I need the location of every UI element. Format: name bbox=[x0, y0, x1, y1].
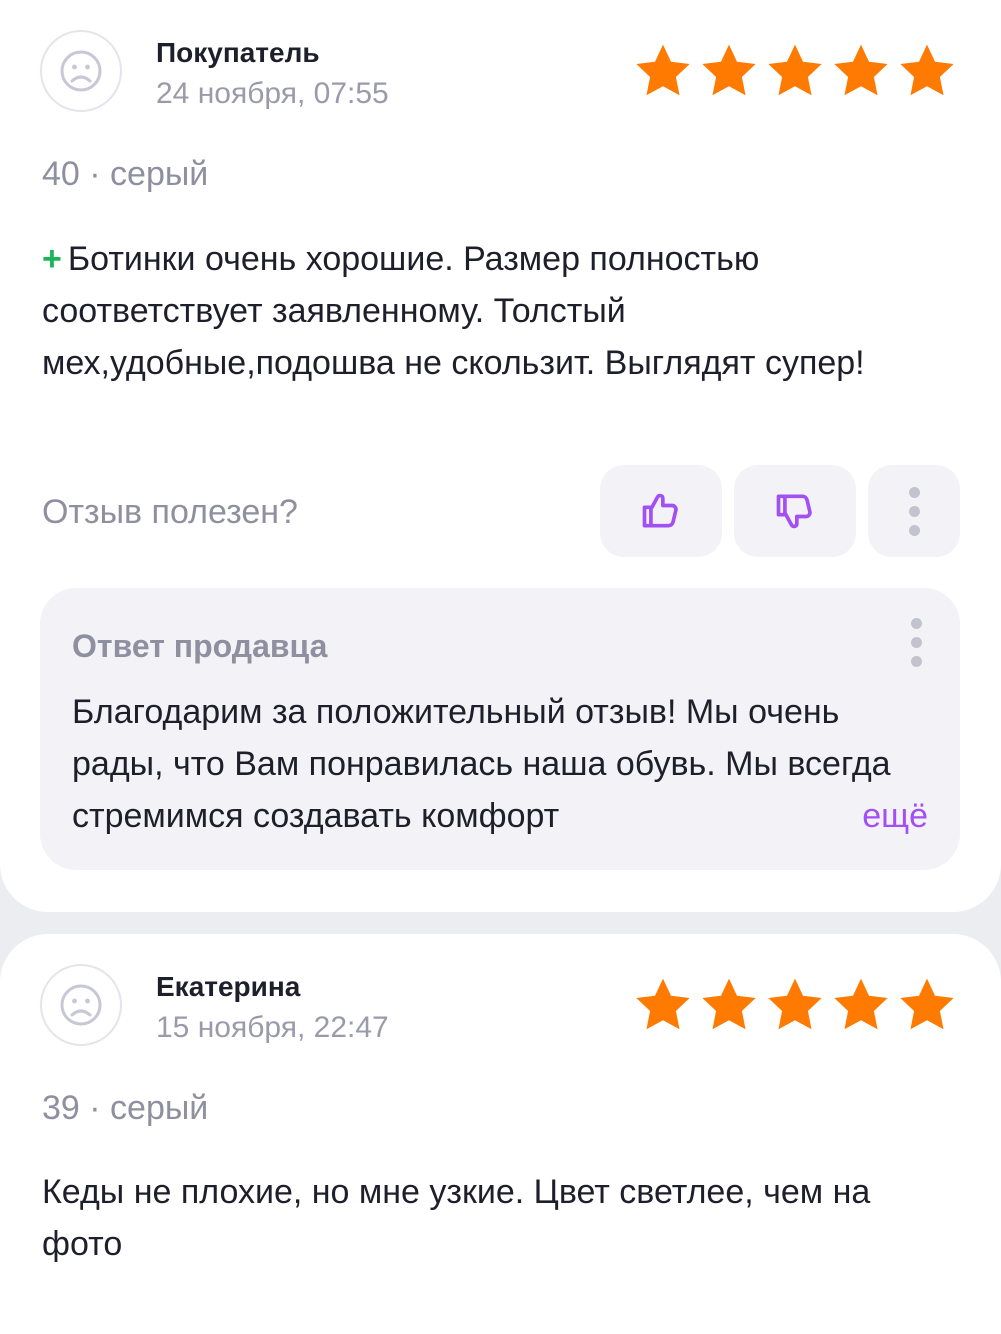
star-icon bbox=[702, 44, 756, 96]
star-icon bbox=[636, 978, 690, 1030]
review-card: Покупатель 24 ноября, 07:55 40 · серый +… bbox=[0, 0, 1001, 912]
plus-sign: + bbox=[42, 240, 62, 278]
avatar bbox=[40, 30, 122, 112]
review-author: Покупатель bbox=[156, 37, 320, 68]
star-icon bbox=[636, 44, 690, 96]
review-text-content: Ботинки очень хорошие. Размер полностью … bbox=[42, 240, 865, 382]
seller-reply-title: Ответ продавца bbox=[72, 628, 328, 664]
thumbs-down-icon bbox=[776, 494, 812, 529]
seller-reply-menu-button[interactable] bbox=[911, 618, 922, 667]
helpful-question: Отзыв полезен? bbox=[42, 493, 298, 531]
rating-stars bbox=[632, 40, 958, 102]
rating-stars bbox=[632, 974, 958, 1036]
review-author: Екатерина bbox=[156, 971, 301, 1002]
seller-reply: Ответ продавца Благодарим за положительн… bbox=[40, 588, 960, 870]
star-icon bbox=[900, 44, 954, 96]
read-more-link[interactable]: ещё bbox=[858, 790, 928, 842]
like-button[interactable] bbox=[600, 465, 722, 557]
review-date: 24 ноября, 07:55 bbox=[156, 77, 389, 110]
star-icon bbox=[834, 978, 888, 1030]
more-vertical-icon bbox=[908, 486, 920, 536]
dislike-button[interactable] bbox=[734, 465, 856, 557]
size-color-info: 40 · серый bbox=[42, 155, 209, 193]
review-card: Екатерина 15 ноября, 22:47 39 · серый Ке… bbox=[0, 934, 1001, 1334]
review-date: 15 ноября, 22:47 bbox=[156, 1011, 389, 1044]
star-icon bbox=[768, 44, 822, 96]
star-icon bbox=[768, 978, 822, 1030]
avatar bbox=[40, 964, 122, 1046]
star-icon bbox=[702, 978, 756, 1030]
review-text: + Ботинки очень хорошие. Размер полностью… bbox=[42, 233, 942, 389]
more-options-button[interactable] bbox=[868, 465, 960, 557]
size-color-info: 39 · серый bbox=[42, 1089, 209, 1127]
more-vertical-icon bbox=[911, 618, 922, 667]
text-fade bbox=[770, 790, 860, 842]
sad-face-icon bbox=[60, 984, 102, 1026]
star-icon bbox=[834, 44, 888, 96]
review-text: Кеды не плохие, но мне узкие. Цвет светл… bbox=[42, 1173, 871, 1263]
star-icon bbox=[900, 978, 954, 1030]
thumbs-up-icon bbox=[642, 493, 678, 528]
sad-face-icon bbox=[60, 50, 102, 92]
